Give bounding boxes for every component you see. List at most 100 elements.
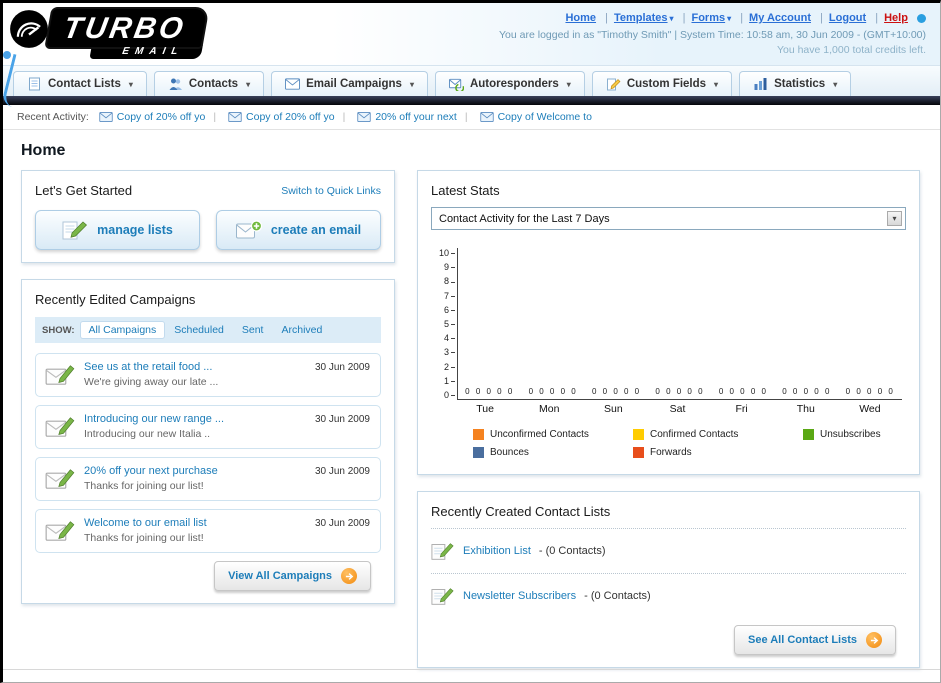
tab-archived[interactable]: Archived xyxy=(273,322,330,338)
see-all-contact-lists-button[interactable]: See All Contact Lists xyxy=(733,625,896,655)
recent-activity-item[interactable]: Copy of 20% off yo xyxy=(209,111,335,123)
chart-legend: Unconfirmed Contacts Confirmed Contacts … xyxy=(473,429,906,458)
contact-list-name-link[interactable]: Exhibition List xyxy=(463,545,531,557)
header-link-my-account[interactable]: My Account xyxy=(734,12,811,24)
recent-activity-item[interactable]: 20% off your next xyxy=(339,111,457,123)
header-link-home[interactable]: Home xyxy=(565,12,596,24)
x-axis-label: Fri xyxy=(735,403,748,415)
legend-item-unconfirmed: Unconfirmed Contacts xyxy=(473,429,623,440)
chart-bar-group: 0 0 0 0 0 xyxy=(775,387,838,399)
header-link-templates[interactable]: Templates xyxy=(599,12,673,24)
contact-list-item[interactable]: Newsletter Subscribers - (0 Contacts) xyxy=(431,583,906,609)
x-axis-label: Mon xyxy=(538,403,560,415)
campaign-list-item[interactable]: See us at the retail food ... We're givi… xyxy=(35,353,381,397)
nav-tab-contacts[interactable]: Contacts xyxy=(153,71,265,96)
stats-period-select[interactable]: Contact Activity for the Last 7 Days ▾ xyxy=(431,207,906,230)
campaign-list-item[interactable]: Welcome to our email list Thanks for joi… xyxy=(35,509,381,553)
y-axis-tick-label: 9 xyxy=(444,262,455,272)
legend-swatch xyxy=(473,429,484,440)
recent-campaigns-panel: Recently Edited Campaigns SHOW: All Camp… xyxy=(21,279,395,604)
manage-lists-button[interactable]: manage lists xyxy=(35,210,200,250)
header-link-logout[interactable]: Logout xyxy=(814,12,866,24)
chart-value-labels: 0 0 0 0 0 xyxy=(718,387,768,396)
notification-dot-icon xyxy=(917,13,926,23)
campaign-date: 30 Jun 2009 xyxy=(314,466,370,477)
nav-tab-email-campaigns[interactable]: Email Campaigns xyxy=(271,71,428,96)
legend-swatch xyxy=(473,447,484,458)
y-axis-tick-label: 4 xyxy=(444,333,455,343)
tab-all-campaigns[interactable]: All Campaigns xyxy=(80,322,165,338)
envelope-pencil-icon xyxy=(45,469,75,489)
recent-activity-item[interactable]: Copy of Welcome to xyxy=(461,111,592,123)
recent-activity-bar: Recent Activity: Copy of 20% off yo Copy… xyxy=(3,105,940,130)
nav-tab-contact-lists[interactable]: Contact Lists xyxy=(13,71,147,96)
contact-list-item[interactable]: Exhibition List - (0 Contacts) xyxy=(431,538,906,564)
envelope-pencil-icon xyxy=(45,365,75,385)
divider xyxy=(431,528,906,529)
campaign-subtitle: Thanks for joining our list! xyxy=(84,532,204,544)
contact-list-name-link[interactable]: Newsletter Subscribers xyxy=(463,590,576,602)
header: TURBO EMAIL Home Templates Forms My Acco… xyxy=(3,3,940,109)
left-column: Let's Get Started Switch to Quick Links … xyxy=(21,170,395,620)
campaign-title-link[interactable]: Welcome to our email list xyxy=(84,517,207,529)
campaign-list-item[interactable]: 20% off your next purchase Thanks for jo… xyxy=(35,457,381,501)
campaign-title-link[interactable]: See us at the retail food ... xyxy=(84,361,218,373)
recent-campaigns-title: Recently Edited Campaigns xyxy=(35,292,196,307)
arrow-right-icon xyxy=(341,568,357,584)
chart-bar-group: 0 0 0 0 0 xyxy=(839,387,902,399)
header-link-help[interactable]: Help xyxy=(869,12,908,24)
nav-tab-custom-fields[interactable]: Custom Fields xyxy=(591,71,733,96)
legend-swatch xyxy=(803,429,814,440)
view-all-campaigns-label: View All Campaigns xyxy=(228,570,332,582)
nav-tab-label: Contact Lists xyxy=(48,77,121,90)
envelope-icon xyxy=(479,112,494,122)
chart-value-labels: 0 0 0 0 0 xyxy=(845,387,895,396)
campaign-date: 30 Jun 2009 xyxy=(314,362,370,373)
campaign-title-link[interactable]: 20% off your next purchase xyxy=(84,465,218,477)
switch-quick-links-link[interactable]: Switch to Quick Links xyxy=(281,185,381,197)
contact-lists-icon xyxy=(29,77,40,90)
campaign-list-item[interactable]: Introducing our new range ... Introducin… xyxy=(35,405,381,449)
envelope-icon xyxy=(99,112,113,122)
nav-tab-statistics[interactable]: Statistics xyxy=(739,71,852,96)
recent-activity-label: Recent Activity: xyxy=(17,111,89,123)
y-axis-tick-label: 1 xyxy=(444,376,455,386)
campaign-title-link[interactable]: Introducing our new range ... xyxy=(84,413,224,425)
nav-tab-autoresponders[interactable]: Autoresponders xyxy=(434,71,585,96)
x-axis-label: Wed xyxy=(859,403,881,415)
tab-scheduled[interactable]: Scheduled xyxy=(166,322,232,338)
nav-tab-label: Autoresponders xyxy=(469,77,559,90)
campaign-list: See us at the retail food ... We're givi… xyxy=(35,353,381,553)
tab-sent[interactable]: Sent xyxy=(234,322,272,338)
view-all-campaigns-button[interactable]: View All Campaigns xyxy=(214,561,371,591)
header-user-area: Home Templates Forms My Account Logout H… xyxy=(499,7,932,65)
chart-bar-group: 0 0 0 0 0 xyxy=(458,387,521,399)
latest-stats-panel: Latest Stats Contact Activity for the La… xyxy=(417,170,920,475)
content-columns: Let's Get Started Switch to Quick Links … xyxy=(3,170,940,682)
recent-activity-item[interactable]: Copy of 20% off yo xyxy=(99,111,205,123)
main-navigation: Contact Lists Contacts Email Campaigns A… xyxy=(3,65,940,96)
footer-divider xyxy=(3,669,940,670)
chart-bar-group: 0 0 0 0 0 xyxy=(712,387,775,399)
chart-value-labels: 0 0 0 0 0 xyxy=(528,387,578,396)
legend-item-confirmed: Confirmed Contacts xyxy=(633,429,793,440)
campaign-subtitle: We're giving away our late ... xyxy=(84,376,219,388)
manage-lists-label: manage lists xyxy=(97,223,173,237)
header-link-forms[interactable]: Forms xyxy=(677,12,732,24)
x-axis-label: Tue xyxy=(476,403,494,415)
credits-info: You have 1,000 total credits left. xyxy=(776,44,926,56)
nav-tab-label: Statistics xyxy=(774,77,826,90)
show-label: SHOW: xyxy=(42,324,75,336)
see-all-contact-lists-label: See All Contact Lists xyxy=(747,634,857,646)
chevron-down-icon xyxy=(565,78,571,90)
x-axis-label: Sat xyxy=(669,403,686,415)
legend-item-bounces: Bounces xyxy=(473,447,623,458)
login-info: You are logged in as "Timothy Smith" | S… xyxy=(499,29,926,41)
recent-contact-lists-panel: Recently Created Contact Lists Exhibitio… xyxy=(417,491,920,668)
create-email-button[interactable]: create an email xyxy=(216,210,381,250)
recent-contact-lists-title: Recently Created Contact Lists xyxy=(431,504,611,519)
chart-y-axis: 10 9 8 7 6 5 4 3 2 1 0 xyxy=(435,248,457,400)
stats-period-value: Contact Activity for the Last 7 Days xyxy=(439,212,610,225)
page-title: Home xyxy=(21,142,66,159)
chart-plot-area: 0 0 0 0 0 0 0 0 0 0 0 0 0 0 0 0 0 0 0 0 0 0 … xyxy=(457,248,902,400)
